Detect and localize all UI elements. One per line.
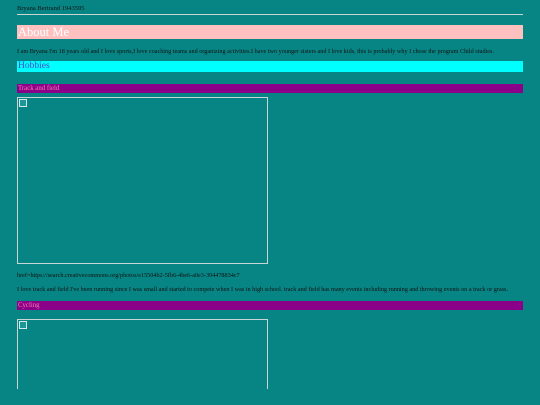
divider [17, 14, 523, 15]
track-description: I love track and field I've been running… [17, 286, 508, 293]
about-text: I am Bryana I'm 18 years old and I love … [17, 48, 494, 55]
cycling-image [17, 319, 268, 389]
page-content: Bryana Bertrand 1943595 About Me I am Br… [17, 0, 523, 389]
author-name: Bryana Bertrand 1943595 [17, 5, 85, 12]
hobby-heading-cycling: Cycling [17, 301, 523, 310]
broken-image-icon [19, 99, 27, 107]
track-image [17, 97, 268, 264]
image-link-text[interactable]: href=https://search.creativecommons.org/… [17, 272, 523, 279]
broken-image-icon [19, 321, 27, 329]
hobbies-heading: Hobbies [17, 61, 523, 72]
about-heading: About Me [17, 25, 523, 39]
hobby-heading-track: Track and field [17, 84, 523, 93]
